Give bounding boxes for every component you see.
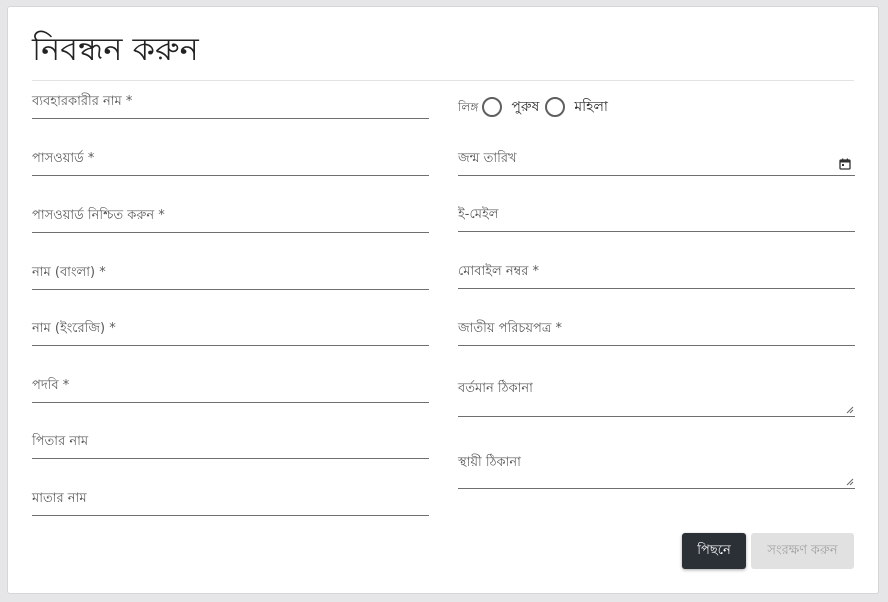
dob-label: জন্ম তারিখ	[458, 151, 517, 166]
gender-female-radio[interactable]	[545, 97, 566, 117]
mother-name-field[interactable]: মাতার নাম	[32, 490, 429, 516]
nid-label: জাতীয় পরিচয়পত্র *	[458, 321, 563, 336]
mother-name-label: মাতার নাম	[32, 491, 87, 506]
calendar-icon[interactable]	[839, 158, 851, 170]
email-label: ই-মেইল	[458, 207, 499, 222]
nid-field[interactable]: জাতীয় পরিচয়পত্র *	[458, 320, 855, 346]
mobile-field[interactable]: মোবাইল নম্বর *	[458, 263, 855, 289]
gender-male-radio[interactable]	[482, 97, 503, 117]
username-label: ব্যবহারকারীর নাম *	[32, 94, 133, 109]
name-bangla-field[interactable]: নাম (বাংলা) *	[32, 264, 429, 290]
permanent-address-textarea[interactable]: স্থায়ী ঠিকানা	[458, 449, 855, 489]
gender-male-label[interactable]: পুরুষ	[511, 95, 539, 119]
mobile-label: মোবাইল নম্বর *	[458, 264, 540, 279]
registration-card: নিবন্ধন করুন ব্যবহারকারীর নাম * পাসওয়ার…	[7, 6, 879, 594]
name-english-label: নাম (ইংরেজি) *	[32, 321, 116, 336]
title-divider	[32, 80, 854, 81]
permanent-address-label: স্থায়ী ঠিকানা	[458, 455, 521, 470]
save-button[interactable]: সংরক্ষণ করুন	[751, 533, 854, 569]
gender-label: লিঙ্গ	[458, 100, 479, 114]
father-name-label: পিতার নাম	[32, 434, 89, 449]
resize-handle-icon[interactable]	[846, 478, 854, 486]
confirm-password-label: পাসওয়ার্ড নিশ্চিত করুন *	[32, 208, 165, 223]
gender-group: লিঙ্গ পুরুষ মহিলা	[458, 95, 614, 119]
password-field[interactable]: পাসওয়ার্ড *	[32, 150, 429, 176]
present-address-label: বর্তমান ঠিকানা	[458, 381, 533, 396]
back-button[interactable]: পিছনে	[682, 533, 746, 569]
resize-handle-icon[interactable]	[846, 406, 854, 414]
name-english-field[interactable]: নাম (ইংরেজি) *	[32, 320, 429, 346]
name-bangla-label: নাম (বাংলা) *	[32, 265, 106, 280]
page-title: নিবন্ধন করুন	[32, 30, 199, 68]
confirm-password-field[interactable]: পাসওয়ার্ড নিশ্চিত করুন *	[32, 207, 429, 233]
designation-field[interactable]: পদবি *	[32, 377, 429, 403]
designation-label: পদবি *	[32, 378, 70, 393]
username-field[interactable]: ব্যবহারকারীর নাম *	[32, 93, 429, 119]
email-field[interactable]: ই-মেইল	[458, 206, 855, 232]
password-label: পাসওয়ার্ড *	[32, 151, 95, 166]
father-name-field[interactable]: পিতার নাম	[32, 433, 429, 459]
gender-female-label[interactable]: মহিলা	[574, 95, 608, 119]
present-address-textarea[interactable]: বর্তমান ঠিকানা	[458, 377, 855, 417]
dob-field[interactable]: জন্ম তারিখ	[458, 150, 855, 176]
